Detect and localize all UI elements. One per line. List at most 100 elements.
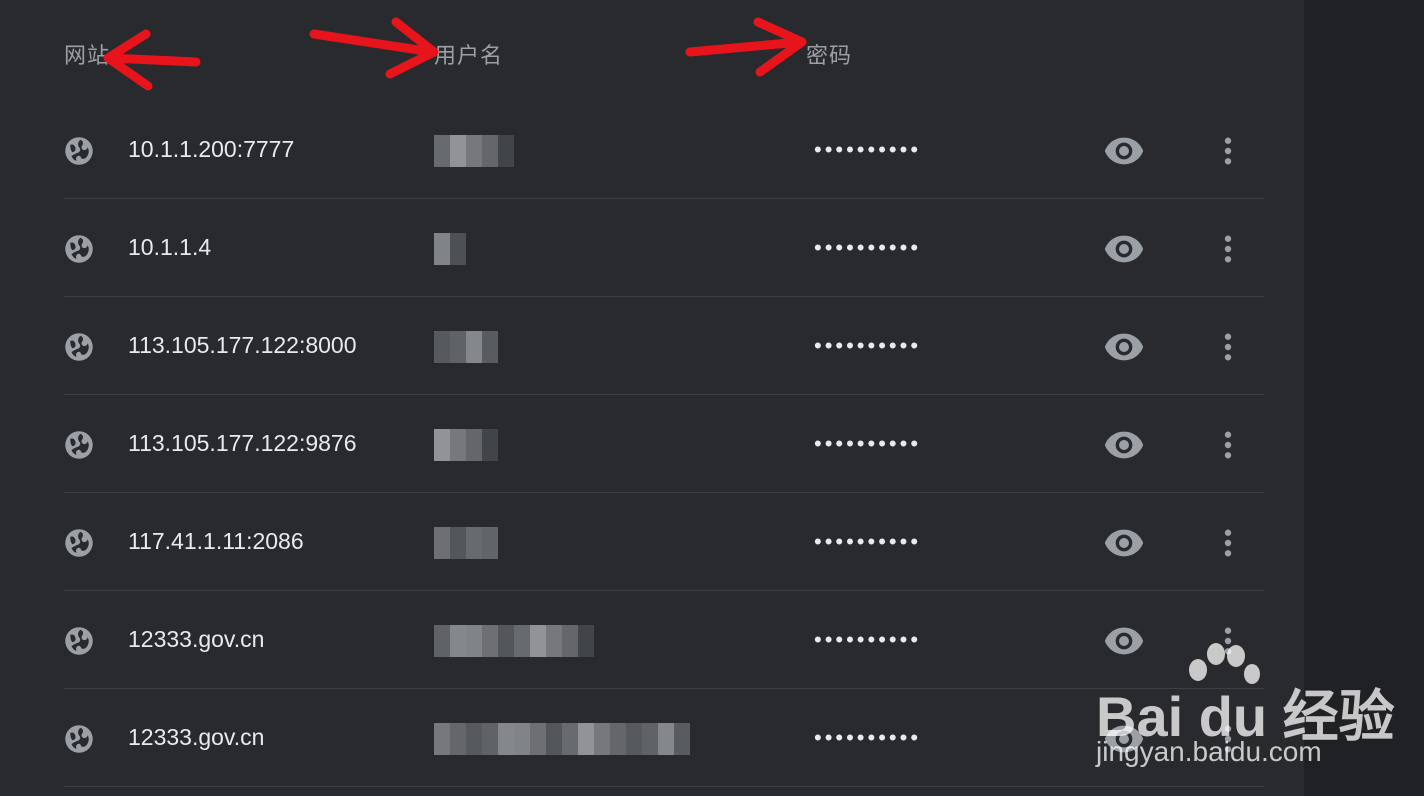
redaction-pixel: [450, 723, 466, 755]
annotation-arrow-site: [103, 29, 201, 91]
password-masked: ••••••••••: [814, 725, 922, 750]
globe-icon: [65, 725, 93, 753]
globe-icon: [65, 529, 93, 557]
more-actions-icon[interactable]: [1214, 625, 1242, 657]
redaction-pixel: [482, 723, 498, 755]
redaction-pixel: [498, 625, 514, 657]
redaction-pixel: [450, 429, 466, 461]
show-password-eye-icon[interactable]: [1104, 625, 1144, 657]
redaction-pixel: [578, 723, 594, 755]
globe-icon: [65, 627, 93, 655]
redaction-pixel: [434, 527, 450, 559]
show-password-eye-icon[interactable]: [1104, 331, 1144, 363]
redaction-pixel: [450, 527, 466, 559]
password-masked: ••••••••••: [814, 529, 922, 554]
redaction-pixel: [530, 625, 546, 657]
redaction-pixel: [466, 527, 482, 559]
redaction-pixel: [434, 429, 450, 461]
password-masked: ••••••••••: [814, 137, 922, 162]
password-masked: ••••••••••: [814, 627, 922, 652]
site-url[interactable]: 12333.gov.cn: [128, 626, 264, 653]
password-row[interactable]: 10.1.1.4 ••••••••••: [0, 199, 1304, 297]
redaction-pixel: [578, 625, 594, 657]
column-header-password[interactable]: 密码: [806, 38, 852, 70]
show-password-eye-icon[interactable]: [1104, 429, 1144, 461]
more-actions-icon[interactable]: [1214, 723, 1242, 755]
redaction-pixel: [450, 233, 466, 265]
username-redacted: [434, 233, 466, 265]
password-row[interactable]: 10.1.1.200:7777 ••••••••••: [0, 101, 1304, 199]
password-masked: ••••••••••: [814, 235, 922, 260]
password-masked: ••••••••••: [814, 431, 922, 456]
redaction-pixel: [498, 723, 514, 755]
redaction-pixel: [434, 625, 450, 657]
redaction-pixel: [450, 331, 466, 363]
password-manager-page: 网站 用户名 密码 10.1.1.200:7777 •••••••••• 10.…: [0, 0, 1424, 796]
password-row[interactable]: 12333.gov.cn ••••••••••: [0, 689, 1304, 787]
globe-icon: [65, 333, 93, 361]
redaction-pixel: [562, 723, 578, 755]
redaction-pixel: [466, 625, 482, 657]
redaction-pixel: [466, 331, 482, 363]
redaction-pixel: [562, 625, 578, 657]
show-password-eye-icon[interactable]: [1104, 135, 1144, 167]
redaction-pixel: [514, 625, 530, 657]
redaction-pixel: [610, 723, 626, 755]
redaction-pixel: [658, 723, 674, 755]
annotation-arrow-username: [309, 17, 439, 79]
redaction-pixel: [530, 723, 546, 755]
row-divider: [64, 786, 1264, 787]
globe-icon: [65, 235, 93, 263]
username-redacted: [434, 625, 594, 657]
site-url[interactable]: 113.105.177.122:8000: [128, 332, 357, 359]
redaction-pixel: [482, 135, 498, 167]
redaction-pixel: [498, 135, 514, 167]
show-password-eye-icon[interactable]: [1104, 527, 1144, 559]
show-password-eye-icon[interactable]: [1104, 723, 1144, 755]
site-url[interactable]: 113.105.177.122:9876: [128, 430, 357, 457]
redaction-pixel: [466, 135, 482, 167]
saved-passwords-panel: 网站 用户名 密码 10.1.1.200:7777 •••••••••• 10.…: [0, 0, 1304, 796]
redaction-pixel: [546, 625, 562, 657]
more-actions-icon[interactable]: [1214, 233, 1242, 265]
redaction-pixel: [674, 723, 690, 755]
redaction-pixel: [514, 723, 530, 755]
redaction-pixel: [434, 723, 450, 755]
username-redacted: [434, 135, 514, 167]
more-actions-icon[interactable]: [1214, 135, 1242, 167]
redaction-pixel: [482, 527, 498, 559]
password-row[interactable]: 117.41.1.11:2086 ••••••••••: [0, 493, 1304, 591]
more-actions-icon[interactable]: [1214, 429, 1242, 461]
site-url[interactable]: 12333.gov.cn: [128, 724, 264, 751]
redaction-pixel: [466, 723, 482, 755]
username-redacted: [434, 429, 498, 461]
site-url[interactable]: 117.41.1.11:2086: [128, 528, 304, 555]
redaction-pixel: [482, 625, 498, 657]
password-row[interactable]: 12333.gov.cn ••••••••••: [0, 591, 1304, 689]
username-redacted: [434, 331, 498, 363]
saved-password-list: 10.1.1.200:7777 •••••••••• 10.1.1.4 ••••…: [0, 101, 1304, 787]
more-actions-icon[interactable]: [1214, 331, 1242, 363]
redaction-pixel: [482, 429, 498, 461]
globe-icon: [65, 137, 93, 165]
more-actions-icon[interactable]: [1214, 527, 1242, 559]
redaction-pixel: [642, 723, 658, 755]
redaction-pixel: [466, 429, 482, 461]
redaction-pixel: [594, 723, 610, 755]
globe-icon: [65, 431, 93, 459]
show-password-eye-icon[interactable]: [1104, 233, 1144, 265]
redaction-pixel: [482, 331, 498, 363]
username-redacted: [434, 527, 498, 559]
password-row[interactable]: 113.105.177.122:8000 ••••••••••: [0, 297, 1304, 395]
username-redacted: [434, 723, 690, 755]
annotation-arrow-password: [685, 17, 807, 77]
redaction-pixel: [434, 233, 450, 265]
password-row[interactable]: 113.105.177.122:9876 ••••••••••: [0, 395, 1304, 493]
site-url[interactable]: 10.1.1.200:7777: [128, 136, 294, 163]
site-url[interactable]: 10.1.1.4: [128, 234, 211, 261]
redaction-pixel: [546, 723, 562, 755]
redaction-pixel: [450, 625, 466, 657]
redaction-pixel: [434, 135, 450, 167]
redaction-pixel: [434, 331, 450, 363]
password-masked: ••••••••••: [814, 333, 922, 358]
